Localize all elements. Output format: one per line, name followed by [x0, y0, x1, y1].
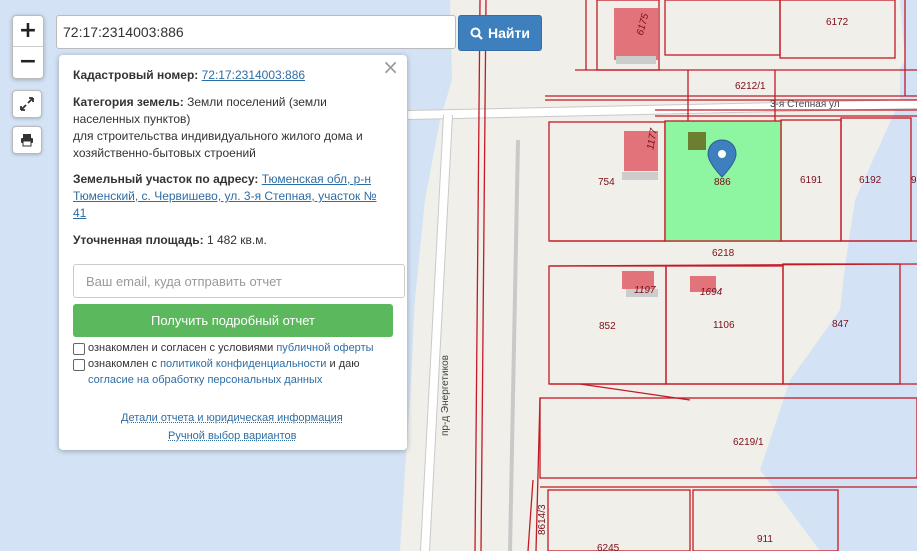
building-label-1197: 1197: [634, 285, 656, 296]
zoom-in-button[interactable]: +: [13, 16, 43, 47]
area-row: Уточненная площадь: 1 482 кв.м.: [73, 232, 383, 249]
report-details-link[interactable]: Детали отчета и юридическая информация: [121, 410, 343, 427]
outbuilding: [688, 132, 706, 150]
area-label: Уточненная площадь:: [73, 233, 204, 247]
email-input[interactable]: Ваш email, куда отправить отчет: [73, 264, 405, 298]
parcel-label-911: 911: [757, 534, 773, 545]
parcel-label-847: 847: [832, 319, 849, 330]
privacy-agreement-checkbox[interactable]: [73, 359, 85, 371]
privacy-agreement-text: ознакомлен с политикой конфиденциальност…: [88, 358, 360, 386]
parcel-label-6192: 6192: [859, 175, 882, 186]
cadastral-number-label: Кадастровый номер:: [73, 68, 199, 82]
parcel-label-852: 852: [599, 321, 616, 332]
manual-selection-link[interactable]: Ручной выбор вариантов: [168, 428, 296, 445]
offer-agreement-text: ознакомлен и согласен с условиями публич…: [88, 342, 374, 354]
personal-data-consent-link[interactable]: согласие на обработку персональных данны…: [88, 374, 322, 386]
parcel-label-6245: 6245: [597, 543, 620, 551]
parcel-info-panel: × Кадастровый номер: 72:17:2314003:886 К…: [59, 55, 407, 450]
street-label-energetikov: пр-д Энергетиков: [440, 355, 451, 436]
parcel-label-9: 9: [911, 175, 917, 186]
fullscreen-button[interactable]: [12, 90, 42, 118]
street-label-stepnaya: 3-я Степная ул: [770, 99, 840, 110]
address-label: Земельный участок по адресу:: [73, 172, 259, 186]
offer-agreement-checkbox[interactable]: [73, 343, 85, 355]
parcel-label-886: 886: [714, 177, 731, 188]
close-icon[interactable]: ×: [382, 57, 399, 77]
privacy-policy-link[interactable]: политикой конфиденциальности: [160, 358, 326, 370]
parcel-label-6172: 6172: [826, 17, 849, 28]
parcel-label-6219-1: 6219/1: [733, 437, 764, 448]
cadastral-number-link[interactable]: 72:17:2314003:886: [202, 68, 305, 82]
land-category-row: Категория земель: Земли поселений (земли…: [73, 94, 383, 128]
address-row: Земельный участок по адресу: Тюменская о…: [73, 171, 383, 222]
get-report-button[interactable]: Получить подробный отчет: [73, 304, 393, 337]
building-label-1694: 1694: [700, 287, 723, 298]
land-category-label: Категория земель:: [73, 95, 184, 109]
area-value: 1 482 кв.м.: [206, 233, 267, 247]
parcel-label-6212-1: 6212/1: [735, 81, 766, 92]
expand-icon: [20, 97, 34, 111]
parcel-label-6218: 6218: [712, 248, 735, 259]
public-offer-link[interactable]: публичной оферты: [276, 342, 373, 354]
search-button[interactable]: Найти: [458, 15, 542, 51]
search-icon: [470, 27, 483, 40]
parcel-label-1106: 1106: [713, 320, 735, 331]
printer-icon: [21, 134, 33, 147]
zoom-control: + −: [12, 15, 44, 79]
land-usage: для строительства индивидуального жилого…: [73, 129, 363, 160]
parcel-label-8614-3: 8614/3: [537, 504, 548, 535]
cadastral-search-input[interactable]: [56, 15, 456, 49]
search-button-label: Найти: [488, 25, 530, 41]
parcel-label-754: 754: [598, 177, 615, 188]
parcel-label-6191: 6191: [800, 175, 823, 186]
print-button[interactable]: [12, 126, 42, 154]
cadastral-number-row: Кадастровый номер: 72:17:2314003:886: [73, 67, 383, 84]
zoom-out-button[interactable]: −: [13, 47, 43, 77]
